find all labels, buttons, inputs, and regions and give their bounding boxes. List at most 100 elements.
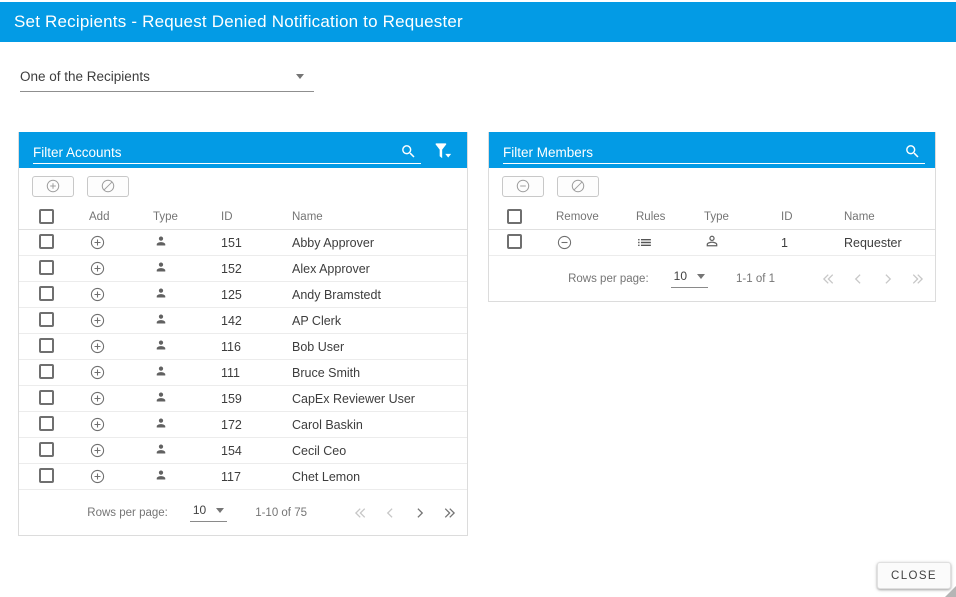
table-row: 142 AP Clerk — [19, 308, 467, 334]
add-circle-icon — [89, 390, 106, 407]
remove-row-button[interactable] — [556, 234, 573, 251]
chevron-down-icon — [697, 274, 705, 279]
search-icon — [400, 143, 417, 160]
add-circle-icon — [89, 468, 106, 485]
chevron-down-icon — [216, 508, 224, 513]
members-toolbar — [489, 168, 935, 204]
rows-per-page-select[interactable]: 10 — [671, 269, 708, 288]
column-header-rules: Rules — [636, 211, 704, 223]
chevron-left-icon — [381, 504, 399, 522]
row-checkbox[interactable] — [39, 338, 54, 353]
add-row-button[interactable] — [89, 364, 106, 381]
row-checkbox[interactable] — [39, 468, 54, 483]
close-button[interactable]: CLOSE — [877, 562, 951, 589]
add-row-button[interactable] — [89, 260, 106, 277]
first-page-button[interactable] — [818, 269, 837, 288]
rows-per-page-label: Rows per page: — [568, 273, 649, 285]
row-checkbox[interactable] — [39, 234, 54, 249]
add-row-button[interactable] — [89, 416, 106, 433]
double-chevron-left-icon — [819, 270, 837, 288]
person-icon — [153, 389, 169, 405]
clear-selection-button[interactable] — [557, 176, 599, 197]
select-all-checkbox[interactable] — [507, 209, 522, 224]
accounts-panel: Add Type ID Name 151 Abby Approver 152 A… — [18, 132, 468, 536]
dialog-titlebar: Set Recipients - Request Denied Notifica… — [0, 2, 956, 42]
row-name: Requester — [844, 236, 935, 250]
person-icon — [153, 467, 169, 483]
add-row-button[interactable] — [89, 390, 106, 407]
members-pagination: Rows per page: 10 1-1 of 1 — [489, 256, 935, 301]
person-icon — [153, 337, 169, 353]
row-checkbox[interactable] — [39, 390, 54, 405]
members-table-body: 1 Requester — [489, 230, 935, 256]
add-row-button[interactable] — [89, 234, 106, 251]
person-icon — [153, 285, 169, 301]
last-page-button[interactable] — [908, 269, 927, 288]
add-circle-icon — [45, 178, 61, 194]
add-row-button[interactable] — [89, 442, 106, 459]
filter-members-input[interactable] — [503, 145, 898, 160]
row-name: Chet Lemon — [292, 470, 467, 484]
row-checkbox[interactable] — [507, 234, 522, 249]
row-name: CapEx Reviewer User — [292, 392, 467, 406]
column-header-remove: Remove — [556, 211, 636, 223]
block-icon — [100, 178, 116, 194]
table-row: 116 Bob User — [19, 334, 467, 360]
members-filter-field — [503, 137, 925, 164]
row-checkbox[interactable] — [39, 416, 54, 431]
add-selected-button[interactable] — [32, 176, 74, 197]
row-name: Andy Bramstedt — [292, 288, 467, 302]
row-checkbox[interactable] — [39, 312, 54, 327]
table-row: 159 CapEx Reviewer User — [19, 386, 467, 412]
previous-page-button[interactable] — [848, 269, 867, 288]
accounts-table-body: 151 Abby Approver 152 Alex Approver 125 … — [19, 230, 467, 490]
select-all-checkbox[interactable] — [39, 209, 54, 224]
add-circle-icon — [89, 260, 106, 277]
row-id: 1 — [781, 236, 844, 250]
table-row: 111 Bruce Smith — [19, 360, 467, 386]
add-circle-icon — [89, 312, 106, 329]
clear-selection-button[interactable] — [87, 176, 129, 197]
add-row-button[interactable] — [89, 286, 106, 303]
row-name: Bob User — [292, 340, 467, 354]
next-page-button[interactable] — [410, 503, 429, 522]
rules-button[interactable] — [636, 234, 653, 251]
add-row-button[interactable] — [89, 468, 106, 485]
row-name: Abby Approver — [292, 236, 467, 250]
next-page-button[interactable] — [878, 269, 897, 288]
row-id: 151 — [221, 236, 292, 250]
row-name: Alex Approver — [292, 262, 467, 276]
column-header-id: ID — [221, 211, 292, 223]
row-checkbox[interactable] — [39, 364, 54, 379]
row-name: Cecil Ceo — [292, 444, 467, 458]
previous-page-button[interactable] — [380, 503, 399, 522]
table-row: 172 Carol Baskin — [19, 412, 467, 438]
column-header-id: ID — [781, 211, 844, 223]
rows-per-page-select[interactable]: 10 — [190, 503, 227, 522]
accounts-pagination: Rows per page: 10 1-10 of 75 — [19, 490, 467, 535]
person-icon — [153, 415, 169, 431]
last-page-button[interactable] — [440, 503, 459, 522]
recipient-mode-select[interactable]: One of the Recipients — [20, 61, 314, 92]
add-row-button[interactable] — [89, 312, 106, 329]
table-row: 151 Abby Approver — [19, 230, 467, 256]
resize-grip[interactable] — [945, 586, 956, 597]
row-checkbox[interactable] — [39, 286, 54, 301]
table-row: 117 Chet Lemon — [19, 464, 467, 490]
search-icon — [904, 143, 921, 160]
recipient-mode-value: One of the Recipients — [20, 69, 150, 84]
first-page-button[interactable] — [350, 503, 369, 522]
double-chevron-right-icon — [909, 270, 927, 288]
remove-selected-button[interactable] — [502, 176, 544, 197]
filter-accounts-input[interactable] — [33, 145, 394, 160]
block-icon — [570, 178, 586, 194]
person-icon — [153, 363, 169, 379]
table-row: 1 Requester — [489, 230, 935, 256]
row-name: Carol Baskin — [292, 418, 467, 432]
add-row-button[interactable] — [89, 338, 106, 355]
person-outline-icon — [704, 233, 720, 249]
row-name: Bruce Smith — [292, 366, 467, 380]
filter-icon[interactable] — [433, 140, 453, 160]
row-checkbox[interactable] — [39, 260, 54, 275]
row-checkbox[interactable] — [39, 442, 54, 457]
